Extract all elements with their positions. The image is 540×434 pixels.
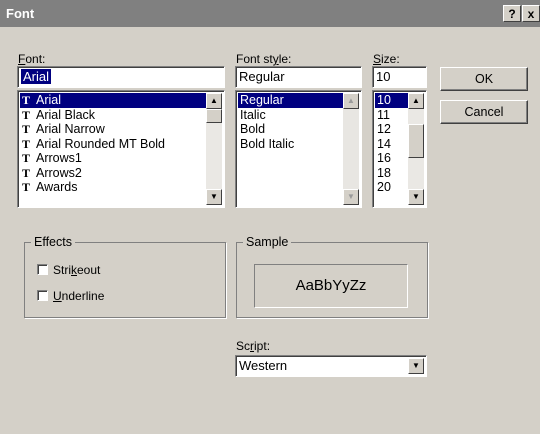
- style-list-item[interactable]: Bold Italic: [238, 137, 343, 152]
- size-list-item[interactable]: 16: [375, 151, 408, 166]
- truetype-icon: T: [22, 165, 31, 180]
- size-input[interactable]: 10: [372, 66, 427, 88]
- font-label-post: ont:: [25, 52, 46, 66]
- style-list-item-label: Regular: [240, 93, 284, 107]
- size-list-item-label: 11: [377, 107, 390, 122]
- font-input[interactable]: Arial: [17, 66, 225, 88]
- strikeout-label-pre: Stri: [53, 263, 71, 277]
- up-arrow-icon: ▲: [343, 93, 359, 109]
- up-arrow-icon[interactable]: ▲: [206, 93, 222, 109]
- strikeout-check-box-icon[interactable]: [37, 264, 48, 275]
- truetype-icon: T: [22, 122, 31, 136]
- font-input-value: Arial: [21, 69, 52, 84]
- font-list-item-label: Arial: [36, 93, 62, 107]
- font-style-input[interactable]: Regular: [235, 66, 362, 88]
- size-list-item[interactable]: 20: [375, 180, 408, 195]
- sample-title: Sample: [243, 235, 292, 249]
- style-list-item[interactable]: Bold: [238, 122, 343, 137]
- font-label: Font:: [18, 52, 45, 66]
- size-list-item-label: 14: [377, 136, 391, 151]
- style-list-item-label: Bold Italic: [240, 136, 295, 151]
- script-label: Script:: [236, 339, 270, 353]
- effects-title: Effects: [31, 235, 75, 249]
- style-list-item-label: Bold: [240, 122, 266, 136]
- script-label-post: ipt:: [254, 339, 271, 353]
- style-list-item-label: Italic: [240, 107, 266, 122]
- font-list-item[interactable]: T Arial Rounded MT Bold: [20, 137, 206, 152]
- truetype-icon: T: [22, 180, 31, 194]
- size-label-post: ize:: [381, 52, 400, 66]
- script-select-value: Western: [239, 358, 288, 373]
- font-list-item-label: Arial Black: [36, 107, 96, 122]
- font-list-item-label: Awards: [36, 180, 78, 194]
- font-list-item-label: Arrows2: [36, 165, 82, 180]
- help-button[interactable]: ?: [503, 5, 521, 22]
- size-scrollbar[interactable]: ▲ ▼: [408, 93, 424, 205]
- down-arrow-icon: ▼: [343, 189, 359, 205]
- size-list-item[interactable]: 11: [375, 108, 408, 123]
- font-scroll-thumb[interactable]: [206, 109, 222, 123]
- font-list[interactable]: T Arial T Arial Black T Arial Narrow T Arial Ro…: [17, 90, 225, 208]
- truetype-icon: T: [22, 151, 31, 165]
- size-label: Size:: [373, 52, 400, 66]
- size-list-item[interactable]: 18: [375, 166, 408, 181]
- size-list-item-label: 18: [377, 165, 391, 180]
- sample-preview: AaBbYyZz: [254, 264, 408, 308]
- font-list-item[interactable]: T Arrows1: [20, 151, 206, 166]
- size-list-item-label: 20: [377, 180, 391, 194]
- font-style-list-rows: Regular Italic Bold Bold Italic: [238, 93, 343, 151]
- font-list-item-label: Arrows1: [36, 151, 82, 165]
- size-input-value: 10: [376, 69, 391, 84]
- up-arrow-icon[interactable]: ▲: [408, 93, 424, 109]
- font-list-item[interactable]: T Arrows2: [20, 166, 206, 181]
- font-style-list[interactable]: Regular Italic Bold Bold Italic ▲ ▼: [235, 90, 362, 208]
- down-arrow-icon[interactable]: ▼: [408, 189, 424, 205]
- size-list-item-label: 10: [377, 93, 391, 107]
- truetype-icon: T: [22, 107, 31, 122]
- font-list-item[interactable]: T Awards: [20, 180, 206, 195]
- title-bar: Font ? x: [0, 0, 540, 27]
- size-list-item[interactable]: 10: [375, 93, 408, 108]
- size-list-item[interactable]: 12: [375, 122, 408, 137]
- underline-checkbox[interactable]: Underline: [37, 289, 104, 303]
- font-style-input-value: Regular: [239, 69, 285, 84]
- cancel-button[interactable]: Cancel: [440, 100, 528, 124]
- size-list-item-label: 12: [377, 122, 391, 136]
- chevron-down-icon[interactable]: ▼: [408, 358, 424, 374]
- size-list-item-label: 16: [377, 151, 391, 165]
- script-select[interactable]: Western ▼: [235, 355, 427, 377]
- font-list-item[interactable]: T Arial Black: [20, 108, 206, 123]
- style-scrollbar: ▲ ▼: [343, 93, 359, 205]
- font-scrollbar[interactable]: ▲ ▼: [206, 93, 222, 205]
- font-style-label: Font style:: [236, 52, 291, 66]
- font-list-item[interactable]: T Arial Narrow: [20, 122, 206, 137]
- truetype-icon: T: [22, 93, 31, 107]
- underline-label-key: U: [53, 289, 62, 303]
- size-list-rows: 10 11 12 14 16 18 20: [375, 93, 408, 195]
- underline-label-post: nderline: [61, 289, 105, 303]
- down-arrow-icon[interactable]: ▼: [206, 189, 222, 205]
- size-list-item[interactable]: 14: [375, 137, 408, 152]
- truetype-icon: T: [22, 136, 31, 151]
- style-label-post: le:: [278, 52, 292, 66]
- font-list-rows: T Arial T Arial Black T Arial Narrow T Arial Ro…: [20, 93, 206, 195]
- size-scroll-thumb[interactable]: [408, 124, 424, 158]
- sample-group: Sample AaBbYyZz: [236, 235, 428, 318]
- strikeout-checkbox[interactable]: Strikeout: [37, 263, 100, 277]
- font-list-item[interactable]: T Arial: [20, 93, 206, 108]
- effects-group: Effects Strikeout Underline: [24, 235, 226, 318]
- window-title: Font: [6, 6, 35, 21]
- style-label-pre: Font st: [236, 52, 273, 66]
- size-label-key: S: [373, 52, 382, 66]
- size-list[interactable]: 10 11 12 14 16 18 20 ▲ ▼: [372, 90, 427, 208]
- font-list-item-label: Arial Rounded MT Bold: [36, 136, 166, 151]
- style-list-item[interactable]: Regular: [238, 93, 343, 108]
- script-label-pre: Sc: [236, 339, 251, 353]
- underline-check-box-icon[interactable]: [37, 290, 48, 301]
- style-list-item[interactable]: Italic: [238, 108, 343, 123]
- ok-button[interactable]: OK: [440, 67, 528, 91]
- close-button[interactable]: x: [522, 5, 540, 22]
- font-list-item-label: Arial Narrow: [36, 122, 105, 136]
- strikeout-label-post: eout: [77, 263, 101, 277]
